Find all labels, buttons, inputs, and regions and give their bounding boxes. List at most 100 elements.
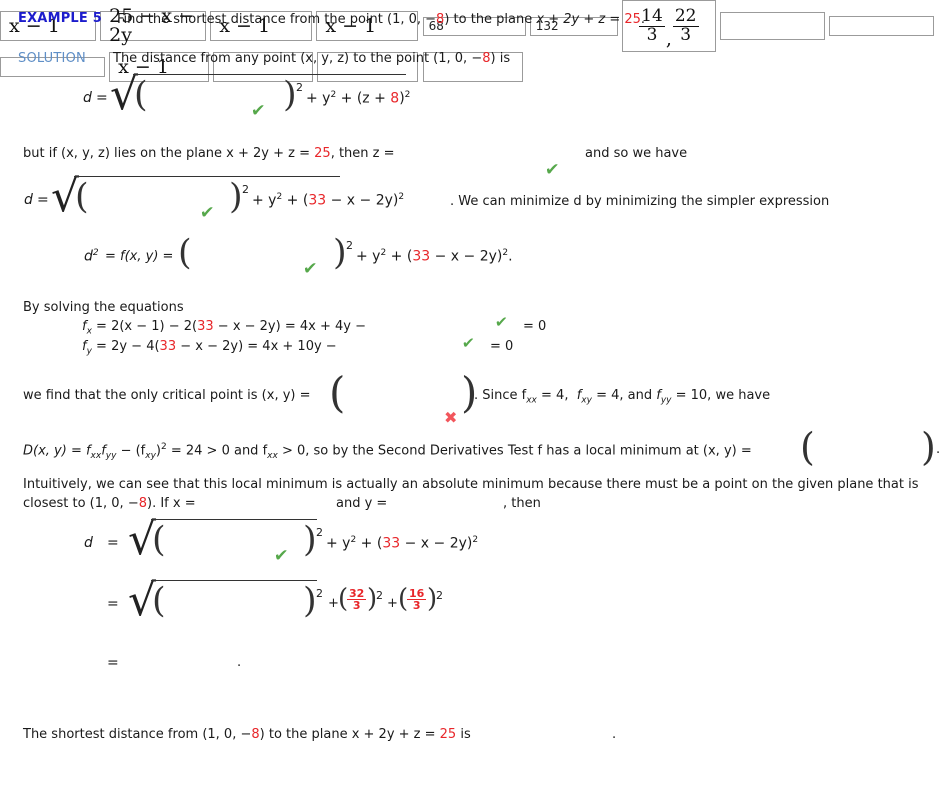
open-paren-1: (	[134, 75, 148, 115]
eq3-d-exp: 2	[92, 248, 99, 258]
eq1-exponent: 2	[296, 81, 303, 94]
conclusion-text-c: is	[460, 727, 471, 742]
fy-subscript: y	[86, 346, 92, 357]
fy-lhs: = 2y − 4(	[96, 339, 160, 354]
radical-bar-4	[151, 580, 317, 581]
fx-equation-row: fx = 2(x − 1) − 2(33 − x − 2y) = 4x + 4y…	[82, 319, 366, 337]
eq1-equals: =	[96, 90, 108, 106]
eq3-exponent: 2	[346, 239, 353, 252]
answer-box-local-min-point[interactable]	[719, 12, 825, 40]
final-d1-red33: 33	[382, 535, 401, 552]
dtest-d-label: D(x, y) = f	[23, 443, 91, 459]
exercise-page: EXAMPLE 5 Find the shortest distance fro…	[0, 0, 944, 790]
eq1-tail: + y2 + (z + 8)2	[306, 90, 410, 107]
dtest-eq24: = 24 > 0 and f	[166, 443, 268, 459]
dtest-minus: − (f	[116, 443, 146, 459]
plane-text-c: and so we have	[585, 146, 688, 161]
status-check-eq3: ✔	[302, 259, 318, 279]
solution-text-part-a: The distance from any point (x, y, z) to…	[113, 51, 483, 66]
intuitive-paragraph-line1: Intuitively, we can see that this local …	[23, 477, 919, 492]
conclusion-red25: 25	[439, 727, 457, 742]
final-d1-tail-a: + y	[326, 535, 351, 552]
plane-equation: x + 2y + z =	[536, 12, 625, 27]
fxy-sub: xy	[581, 395, 592, 406]
critical-frac-2-den: 3	[672, 25, 699, 44]
eq2-equals: =	[37, 192, 49, 208]
fy-mid: − x − 2y) = 4x + 10y −	[176, 339, 337, 354]
fyy-sub: yy	[660, 395, 672, 406]
final-d3-period: .	[237, 655, 242, 670]
example-heading: EXAMPLE 5	[18, 11, 102, 26]
final-d-label: d	[84, 535, 93, 551]
close-paren-5: )	[303, 581, 317, 621]
radical-bar-1	[133, 74, 406, 75]
fraction-32-3-exponent: 2	[376, 589, 383, 602]
fx-rhs: = 0	[523, 319, 547, 334]
critical-comma: ,	[665, 28, 672, 50]
eq2-y-exp: 2	[276, 192, 283, 202]
answer-box-x-value[interactable]	[829, 16, 935, 36]
plane-text-b: , then z =	[330, 146, 395, 161]
intuitive-red8: 8	[138, 496, 147, 511]
fraction-16-3-exponent: 2	[436, 589, 443, 602]
eq3-tail-c: − x − 2y)	[430, 248, 503, 265]
critical-frac-2-num: 22	[674, 6, 697, 27]
open-paren-3: (	[178, 233, 192, 273]
plane-red-25: 25	[314, 146, 331, 161]
conclusion-red8: 8	[251, 727, 260, 742]
eq2-tail-c: − x − 2y)	[326, 192, 399, 209]
final-d2-exponent: 2	[316, 587, 323, 600]
example-period: .	[640, 12, 646, 27]
fraction-32-3-stack: 32 3	[347, 588, 367, 611]
eq3-tail-b: + (	[390, 248, 413, 265]
eq1-paren-exp: 2	[404, 90, 411, 100]
close-paren-2: )	[229, 177, 243, 217]
intuitive-text-c: and y =	[336, 496, 388, 511]
final-d3-equals: =	[107, 655, 119, 671]
example-text-part-b: ) to the plane	[444, 12, 537, 27]
eq2-red33: 33	[308, 192, 327, 209]
fy-equation-row: fy = 2y − 4(33 − x − 2y) = 4x + 10y −	[82, 339, 337, 357]
conclusion-period: .	[612, 727, 617, 742]
plane-constant: 25	[624, 12, 641, 27]
solution-intro-text: The distance from any point (x, y, z) to…	[113, 51, 510, 66]
fx-red33: 33	[197, 319, 214, 334]
fyy-value: = 10, we have	[671, 388, 771, 403]
close-paren-1: )	[283, 75, 297, 115]
critical-point-text: we find that the only critical point is …	[23, 388, 311, 403]
final-d1-y-exp: 2	[350, 535, 357, 545]
final-d2-plus-2: +	[387, 596, 398, 611]
eq3-fn-text: = f(x, y) =	[105, 249, 174, 264]
eq2-d-label: d	[24, 192, 33, 208]
eq3-period: .	[508, 248, 513, 265]
fx-mid: − x − 2y) = 4x + 4y −	[213, 319, 366, 334]
eq2-exponent: 2	[242, 183, 249, 196]
eq3-tail: + y2 + (33 − x − 2y)2.	[356, 248, 513, 265]
solution-neg8-value: 8	[482, 51, 491, 66]
eq1-tail-a: + y	[306, 90, 331, 107]
status-check-fy: ✔	[461, 334, 476, 352]
eq1-red8: 8	[390, 90, 400, 107]
fy-red33: 33	[159, 339, 177, 354]
final-d2-equals: =	[107, 596, 119, 612]
fraction-32-3-den: 3	[347, 599, 367, 611]
example-label: EXAMPLE 5	[18, 11, 102, 26]
close-paren-3: )	[333, 233, 347, 273]
fraction-16-3-stack: 16 3	[407, 587, 427, 611]
dtest-sub-2: yy	[105, 450, 117, 461]
critical-text-b: . Since f	[474, 388, 527, 403]
solution-label: SOLUTION	[18, 51, 86, 66]
solution-heading: SOLUTION	[18, 51, 86, 66]
conclusion-text: The shortest distance from (1, 0, −8) to…	[23, 727, 471, 742]
critical-frac-2: 22 3	[672, 6, 699, 44]
eq3-dsq-label: d2	[84, 248, 99, 265]
solving-intro: By solving the equations	[23, 300, 184, 315]
open-paren-4: (	[152, 520, 166, 560]
intuitive-text-a: closest to (1, 0, −	[23, 496, 139, 511]
fraction-16-3-num: 16	[409, 587, 425, 600]
fraction-16-3-den: 3	[407, 599, 427, 611]
second-derivative-test-line: D(x, y) = fxxfyy − (fxy)2 = 24 > 0 and f…	[23, 442, 752, 461]
dtest-period: .	[936, 442, 941, 457]
eq2-trailing-sentence: . We can minimize d by minimizing the si…	[450, 194, 830, 209]
fraction-32-3: 32 3	[347, 588, 367, 611]
